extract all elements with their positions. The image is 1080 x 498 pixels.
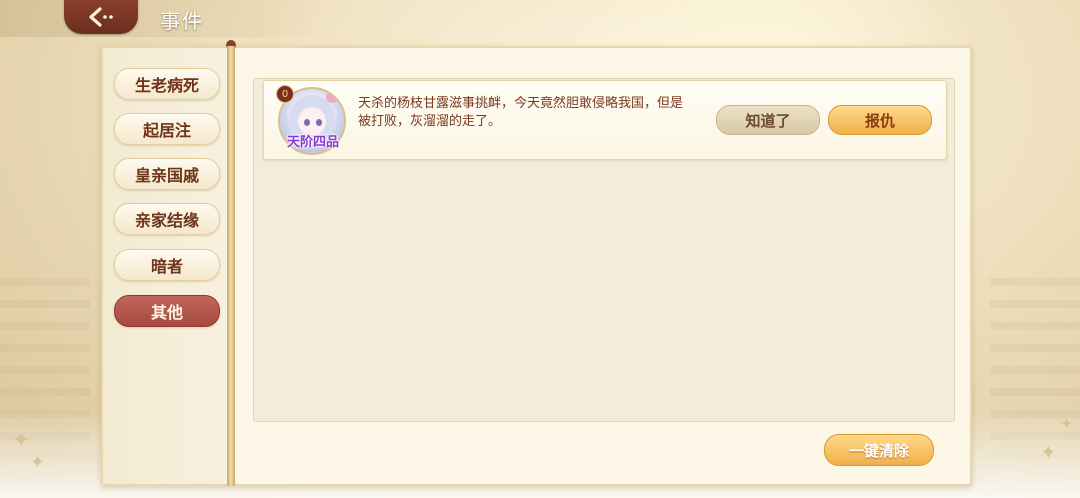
page-title: 事件 (160, 9, 204, 33)
tab-daily-records[interactable]: 起居注 (114, 113, 220, 145)
back-arrow-icon (89, 7, 113, 27)
top-bar: 事件 (0, 0, 330, 37)
clear-all-button[interactable]: 一键清除 (824, 434, 934, 466)
flower-icon (326, 91, 338, 103)
sparkle-icon: ✦ (30, 452, 46, 473)
avatar-eye (316, 119, 322, 126)
events-panel: 生老病死 起居注 皇亲国戚 亲家结缘 暗者 其他 0 天阶四品 天杀的杨枝甘露滋… (101, 40, 972, 486)
tab-other[interactable]: 其他 (114, 295, 220, 327)
level-badge: 0 (276, 85, 294, 103)
revenge-button[interactable]: 报仇 (828, 105, 932, 135)
category-sidebar: 生老病死 起居注 皇亲国戚 亲家结缘 暗者 其他 (103, 48, 231, 484)
event-description: 天杀的杨枝甘露滋事挑衅，今天竟然胆敢侵略我国，但是被打败，灰溜溜的走了。 (358, 96, 684, 129)
event-card: 0 天阶四品 天杀的杨枝甘露滋事挑衅，今天竟然胆敢侵略我国，但是被打败，灰溜溜的… (263, 80, 947, 160)
sparkle-icon: ✦ (1060, 414, 1074, 433)
back-button[interactable] (64, 0, 138, 34)
avatar-eye (304, 119, 310, 126)
scroll-rod (227, 46, 235, 486)
tab-shadow[interactable]: 暗者 (114, 249, 220, 281)
sparkle-icon: ✦ (12, 428, 31, 453)
tab-marriage-alliance[interactable]: 亲家结缘 (114, 203, 220, 235)
rank-label: 天阶四品 (286, 135, 339, 150)
tab-royal-relatives[interactable]: 皇亲国戚 (114, 158, 220, 190)
sparkle-icon: ✦ (1040, 440, 1057, 464)
tab-birth-aging-sickness-death[interactable]: 生老病死 (114, 68, 220, 100)
acknowledge-button[interactable]: 知道了 (716, 105, 820, 135)
